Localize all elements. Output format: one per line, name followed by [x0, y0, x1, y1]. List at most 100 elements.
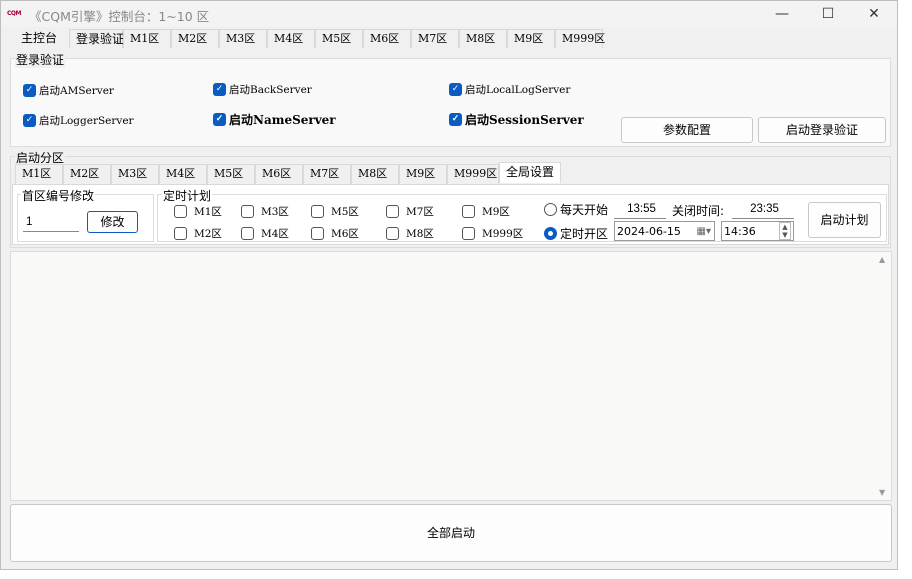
maximize-button[interactable]: ☐ [805, 1, 851, 27]
calendar-dropdown-icon[interactable]: ▦▾ [697, 226, 711, 237]
checkbox-label: M6区 [331, 228, 359, 240]
tab-5[interactable]: M3区 [219, 29, 267, 48]
login-checkbox[interactable]: ✓ 启动SessionServer [449, 111, 584, 128]
tab-1[interactable]: 主控台 [15, 29, 69, 48]
schedule-zone-checkbox[interactable]: M9区 [462, 204, 510, 219]
zone-tab-10[interactable]: M999区 [447, 164, 499, 184]
checkbox-checked-icon: ✓ [213, 113, 226, 126]
radio-icon [544, 203, 557, 216]
log-output-area[interactable]: ▲ ▼ [10, 251, 892, 501]
minimize-button[interactable]: — [759, 1, 805, 27]
tab-3[interactable]: M1区 [123, 29, 171, 48]
zone-tab-8[interactable]: M8区 [351, 164, 399, 184]
checkbox-checked-icon: ✓ [23, 114, 36, 127]
schedule-zone-checkbox[interactable]: M7区 [386, 204, 434, 219]
zone-tab-11[interactable]: 全局设置 [499, 162, 561, 183]
checkbox-label: M8区 [406, 228, 434, 240]
schedule-zone-checkbox[interactable]: M3区 [241, 204, 289, 219]
tab-9[interactable]: M7区 [411, 29, 459, 48]
start-login-button[interactable]: 启动登录验证 [758, 117, 886, 143]
schedule-label: 定时计划 [162, 187, 213, 204]
tab-4[interactable]: M2区 [171, 29, 219, 48]
close-time-label: 关闭时间: [672, 204, 725, 218]
tab-7[interactable]: M5区 [315, 29, 363, 48]
daily-radio[interactable]: 每天开始 [544, 201, 608, 218]
schedule-zone-checkbox[interactable]: M4区 [241, 226, 289, 241]
date-value: 2024-06-15 [617, 224, 681, 238]
checkbox-unchecked-icon [241, 205, 254, 218]
timed-radio[interactable]: 定时开区 [544, 225, 608, 242]
zone-tab-9[interactable]: M9区 [399, 164, 447, 184]
checkbox-checked-icon: ✓ [23, 84, 36, 97]
schedule-zone-checkbox[interactable]: M5区 [311, 204, 359, 219]
schedule-zone-checkbox[interactable]: M8区 [386, 226, 434, 241]
checkbox-label: M7区 [406, 206, 434, 218]
modify-button[interactable]: 修改 [87, 211, 138, 233]
checkbox-unchecked-icon [174, 205, 187, 218]
checkbox-label: 启动LocalLogServer [465, 84, 571, 96]
checkbox-unchecked-icon [241, 227, 254, 240]
zone-tab-2[interactable]: M2区 [63, 164, 111, 184]
start-schedule-button[interactable]: 启动计划 [808, 202, 881, 238]
tab-10[interactable]: M8区 [459, 29, 507, 48]
checkbox-unchecked-icon [174, 227, 187, 240]
checkbox-checked-icon: ✓ [213, 83, 226, 96]
daily-time-input[interactable] [614, 199, 666, 219]
main-window: CQM 《CQM引擎》控制台：1~10 区 — ☐ ✕ 主控台 登录验证 M1区 M2… [0, 0, 898, 570]
schedule-zone-checkbox[interactable]: M2区 [174, 226, 222, 241]
app-logo: CQM [7, 10, 21, 17]
time-value: 14:36 [724, 224, 756, 238]
checkbox-checked-icon: ✓ [449, 83, 462, 96]
login-checkbox[interactable]: ✓ 启动AMServer [23, 83, 114, 98]
checkbox-unchecked-icon [311, 205, 324, 218]
checkbox-label: M3区 [261, 206, 289, 218]
first-zone-label: 首区编号修改 [21, 187, 96, 204]
timed-label: 定时开区 [560, 227, 609, 241]
tab-11[interactable]: M9区 [507, 29, 555, 48]
tab-12[interactable]: M999区 [555, 29, 605, 48]
spin-arrows-icon[interactable]: ▲ ▼ [779, 222, 791, 240]
zone-tab-5[interactable]: M5区 [207, 164, 255, 184]
window-title: 《CQM引擎》控制台：1~10 区 [29, 9, 210, 24]
close-button[interactable]: ✕ [851, 1, 897, 27]
checkbox-label: 启动BackServer [229, 84, 312, 96]
login-checkbox[interactable]: ✓ 启动NameServer [213, 111, 336, 128]
main-tab-bar: 主控台 登录验证 M1区 M2区 M3区 M4区 M5区 M6区 M7区 M8区 M9区 M999区 [15, 29, 895, 48]
scroll-up-icon[interactable]: ▲ [879, 255, 885, 264]
login-checkbox[interactable]: ✓ 启动LocalLogServer [449, 82, 570, 97]
checkbox-label: M4区 [261, 228, 289, 240]
login-checkbox[interactable]: ✓ 启动BackServer [213, 82, 312, 97]
schedule-zone-checkbox[interactable]: M1区 [174, 204, 222, 219]
login-checkbox[interactable]: ✓ 启动LoggerServer [23, 113, 134, 128]
checkbox-unchecked-icon [311, 227, 324, 240]
param-config-button[interactable]: 参数配置 [621, 117, 753, 143]
time-spinner[interactable]: 14:36 ▲ ▼ [721, 221, 794, 241]
tab-2[interactable]: 登录验证 [69, 29, 124, 48]
login-group-label: 登录验证 [15, 51, 66, 68]
checkbox-checked-icon: ✓ [449, 113, 462, 126]
close-time-input[interactable] [732, 199, 794, 219]
zone-tab-6[interactable]: M6区 [255, 164, 303, 184]
zone-tab-3[interactable]: M3区 [111, 164, 159, 184]
checkbox-label: M999区 [482, 228, 524, 240]
radio-selected-icon [544, 227, 557, 240]
checkbox-label: 启动LoggerServer [39, 115, 134, 127]
zone-tab-1[interactable]: M1区 [15, 164, 63, 184]
scroll-down-icon[interactable]: ▼ [879, 488, 885, 497]
start-all-button[interactable]: 全部启动 [10, 504, 892, 562]
date-picker[interactable]: 2024-06-15 ▦▾ [614, 221, 715, 241]
first-zone-input[interactable] [23, 212, 79, 232]
checkbox-unchecked-icon [462, 227, 475, 240]
zone-tab-7[interactable]: M7区 [303, 164, 351, 184]
tab-6[interactable]: M4区 [267, 29, 315, 48]
checkbox-unchecked-icon [462, 205, 475, 218]
checkbox-unchecked-icon [386, 227, 399, 240]
schedule-zone-checkbox[interactable]: M999区 [462, 226, 523, 241]
checkbox-label: M2区 [194, 228, 222, 240]
vertical-scrollbar[interactable]: ▲ ▼ [875, 252, 891, 500]
tab-8[interactable]: M6区 [363, 29, 411, 48]
checkbox-unchecked-icon [386, 205, 399, 218]
schedule-zone-checkbox[interactable]: M6区 [311, 226, 359, 241]
zone-tab-4[interactable]: M4区 [159, 164, 207, 184]
zone-tab-bar: M1区 M2区 M3区 M4区 M5区 M6区 M7区 M8区 M9区 M999区 全局设置 [15, 162, 885, 184]
